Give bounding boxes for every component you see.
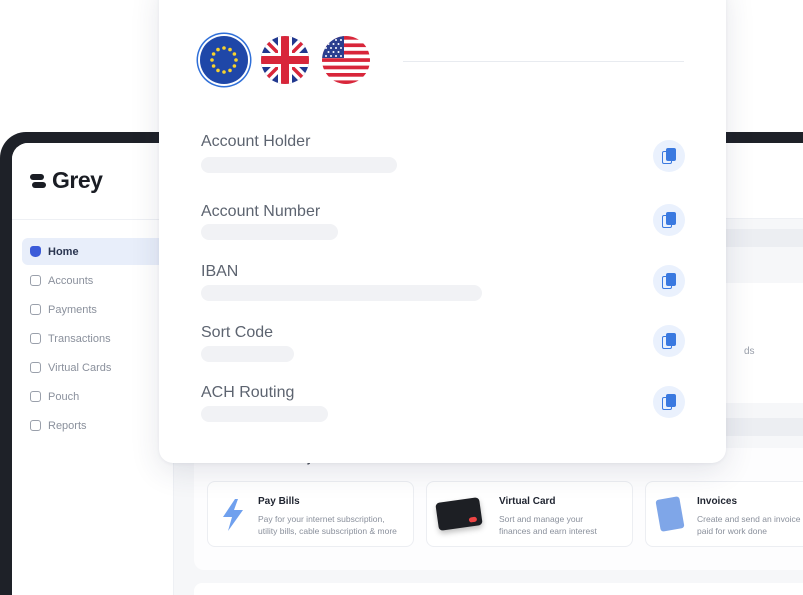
recommendation-title: Virtual Card bbox=[499, 496, 556, 507]
pay-bills-card[interactable]: Pay Bills Pay for your internet subscrip… bbox=[207, 481, 414, 547]
value-placeholder bbox=[201, 285, 482, 301]
sidebar-item-pouch[interactable]: Pouch bbox=[22, 383, 174, 410]
layers-icon bbox=[30, 304, 41, 315]
ach-routing-field: ACH Routing bbox=[201, 384, 691, 422]
wallet-icon bbox=[30, 275, 41, 286]
iban-field: IBAN bbox=[201, 263, 691, 301]
copy-icon bbox=[662, 148, 676, 164]
account-number-field: Account Number bbox=[201, 203, 691, 240]
bottom-panel bbox=[194, 583, 803, 595]
logo: Grey bbox=[28, 167, 103, 194]
sidebar-item-transactions[interactable]: Transactions bbox=[22, 325, 174, 352]
copy-iban-button[interactable] bbox=[653, 265, 685, 297]
bag-icon bbox=[30, 391, 41, 402]
virtual-card-card[interactable]: Virtual Card Sort and manage your financ… bbox=[426, 481, 633, 547]
field-label: Account Holder bbox=[201, 133, 311, 150]
recommendation-description: Pay for your internet subscription, util… bbox=[258, 514, 397, 536]
brand-name: Grey bbox=[52, 167, 103, 193]
eu-flag-icon[interactable] bbox=[200, 36, 248, 84]
us-flag-icon[interactable] bbox=[322, 36, 370, 84]
recommendation-title: Pay Bills bbox=[258, 496, 300, 507]
account-holder-field: Account Holder bbox=[201, 133, 691, 173]
credit-card-icon bbox=[435, 497, 483, 531]
recommendation-description: Sort and manage your finances and earn i… bbox=[499, 514, 597, 536]
uk-flag-icon[interactable] bbox=[261, 36, 309, 84]
sidebar-item-label: Virtual Cards bbox=[48, 361, 112, 374]
copy-ach-routing-button[interactable] bbox=[653, 386, 685, 418]
copy-sort-code-button[interactable] bbox=[653, 325, 685, 357]
currency-selector bbox=[200, 36, 370, 84]
value-placeholder bbox=[201, 224, 338, 240]
sidebar-item-virtual-cards[interactable]: Virtual Cards bbox=[22, 354, 174, 381]
sort-code-field: Sort Code bbox=[201, 324, 691, 362]
sidebar-item-label: Transactions bbox=[48, 332, 111, 345]
field-label: Account Number bbox=[201, 203, 321, 220]
stage: Grey Home Accounts Payments Transactions… bbox=[0, 0, 803, 595]
sidebar-item-accounts[interactable]: Accounts bbox=[22, 267, 174, 294]
lightning-icon bbox=[223, 499, 243, 531]
value-placeholder bbox=[201, 157, 397, 173]
field-label: Sort Code bbox=[201, 324, 274, 341]
value-placeholder bbox=[201, 406, 328, 422]
sidebar-item-label: Accounts bbox=[48, 274, 94, 287]
sidebar: Grey Home Accounts Payments Transactions… bbox=[12, 143, 174, 595]
recommendation-description: Create and send an invoice paid for work… bbox=[697, 514, 801, 536]
divider bbox=[403, 61, 684, 62]
sidebar-item-label: Payments bbox=[48, 303, 97, 316]
invoice-icon bbox=[655, 496, 685, 532]
account-details-card: Account Holder Account Number IBAN Sort … bbox=[159, 0, 726, 463]
sidebar-item-payments[interactable]: Payments bbox=[22, 296, 174, 323]
sidebar-nav: Home Accounts Payments Transactions Virt… bbox=[22, 238, 174, 441]
copy-icon bbox=[662, 212, 676, 228]
value-placeholder bbox=[201, 346, 294, 362]
recommendation-title: Invoices bbox=[697, 496, 738, 507]
copy-icon bbox=[662, 394, 676, 410]
sidebar-item-label: Home bbox=[48, 245, 79, 258]
sidebar-item-label: Reports bbox=[48, 419, 87, 432]
card-icon bbox=[30, 362, 41, 373]
divider bbox=[12, 219, 174, 220]
chart-icon bbox=[30, 420, 41, 431]
invoices-card[interactable]: Invoices Create and send an invoice paid… bbox=[645, 481, 803, 547]
sidebar-item-label: Pouch bbox=[48, 390, 80, 403]
field-label: ACH Routing bbox=[201, 384, 295, 401]
sidebar-item-home[interactable]: Home bbox=[22, 238, 174, 265]
receipt-icon bbox=[30, 333, 41, 344]
copy-icon bbox=[662, 333, 676, 349]
field-label: IBAN bbox=[201, 263, 239, 280]
home-icon bbox=[30, 246, 41, 257]
grey-logo-icon bbox=[28, 171, 48, 191]
panel-text-fragment: ds bbox=[744, 346, 755, 357]
copy-account-holder-button[interactable] bbox=[653, 140, 685, 172]
copy-account-number-button[interactable] bbox=[653, 204, 685, 236]
sidebar-item-reports[interactable]: Reports bbox=[22, 412, 174, 439]
copy-icon bbox=[662, 273, 676, 289]
